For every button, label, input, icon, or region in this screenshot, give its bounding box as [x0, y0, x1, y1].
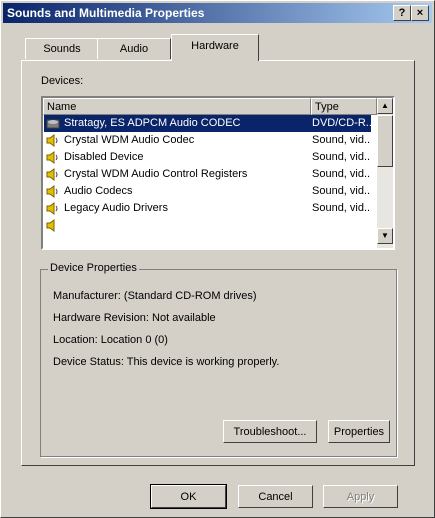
speaker-icon [46, 219, 60, 232]
list-item[interactable]: Legacy Audio Drivers Sound, vid... [44, 200, 371, 217]
device-status-text: Device Status: This device is working pr… [53, 356, 280, 368]
scroll-thumb[interactable] [377, 115, 393, 167]
device-properties-title: Device Properties [48, 262, 139, 274]
device-type: Sound, vid... [312, 168, 371, 180]
device-name: Crystal WDM Audio Control Registers [64, 168, 248, 180]
speaker-icon [46, 134, 60, 147]
help-button[interactable]: ? [393, 5, 411, 21]
devices-list[interactable]: Name Type Stratagy, ES ADPCM Audio CODEC… [41, 96, 395, 250]
list-item[interactable]: Crystal WDM Audio Control Registers Soun… [44, 166, 371, 183]
manufacturer-text: Manufacturer: (Standard CD-ROM drives) [53, 290, 257, 302]
hardware-revision-text: Hardware Revision: Not available [53, 312, 216, 324]
speaker-icon [46, 185, 60, 198]
device-name: Disabled Device [64, 151, 144, 163]
list-item[interactable] [44, 217, 371, 234]
column-type[interactable]: Type [311, 98, 377, 115]
speaker-icon [46, 151, 60, 164]
device-type: Sound, vid... [312, 185, 371, 197]
device-name: Crystal WDM Audio Codec [64, 134, 195, 146]
scroll-down-button[interactable]: ▼ [377, 228, 393, 244]
device-name: Stratagy, ES ADPCM Audio CODEC [64, 117, 241, 129]
device-type: Sound, vid... [312, 151, 371, 163]
window-title: Sounds and Multimedia Properties [7, 6, 205, 20]
list-item[interactable]: Stratagy, ES ADPCM Audio CODEC DVD/CD-R.… [44, 115, 371, 132]
troubleshoot-button[interactable]: Troubleshoot... [223, 420, 317, 443]
tab-hardware[interactable]: Hardware [171, 34, 259, 61]
column-name[interactable]: Name [43, 98, 311, 115]
device-type: Sound, vid... [312, 134, 371, 146]
close-button[interactable]: × [411, 5, 429, 21]
cancel-button[interactable]: Cancel [238, 485, 313, 508]
list-item[interactable]: Audio Codecs Sound, vid... [44, 183, 371, 200]
list-item[interactable]: Disabled Device Sound, vid... [44, 149, 371, 166]
speaker-icon [46, 202, 60, 215]
hardware-panel: Devices: Name Type Stratagy, ES ADPCM Au… [21, 60, 415, 466]
tab-audio[interactable]: Audio [97, 38, 171, 59]
speaker-icon [46, 168, 60, 181]
scroll-up-button[interactable]: ▲ [377, 98, 393, 114]
device-properties-group: Device Properties Manufacturer: (Standar… [40, 262, 397, 457]
devices-label: Devices: [41, 75, 84, 87]
apply-button[interactable]: Apply [323, 485, 398, 508]
device-name: Audio Codecs [64, 185, 133, 197]
title-bar[interactable]: Sounds and Multimedia Properties ? × [3, 3, 432, 23]
device-name: Legacy Audio Drivers [64, 202, 168, 214]
properties-button[interactable]: Properties [328, 420, 390, 443]
list-item[interactable]: Crystal WDM Audio Codec Sound, vid... [44, 132, 371, 149]
list-scrollbar[interactable]: ▲ ▼ [377, 98, 393, 248]
location-text: Location: Location 0 (0) [53, 334, 168, 346]
cdrom-icon [46, 117, 60, 130]
properties-window: Sounds and Multimedia Properties ? × Sou… [0, 0, 435, 518]
device-type: DVD/CD-R... [312, 117, 371, 129]
device-type: Sound, vid... [312, 202, 371, 214]
tab-sounds[interactable]: Sounds [25, 38, 99, 59]
ok-button[interactable]: OK [150, 484, 227, 509]
